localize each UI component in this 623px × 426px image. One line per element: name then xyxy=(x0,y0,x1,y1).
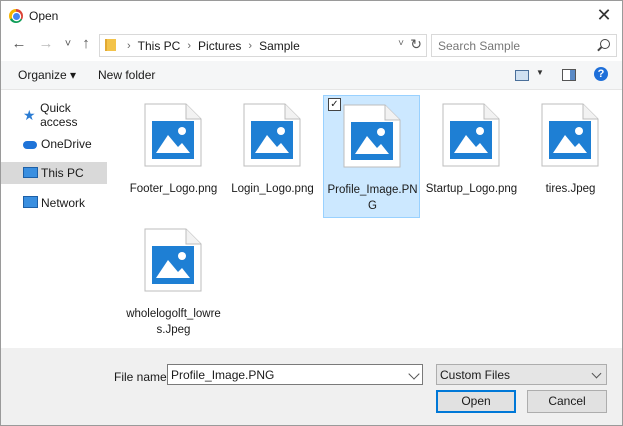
command-bar: Organize ▾ New folder ▼ ? xyxy=(1,61,622,90)
breadcrumb-sample[interactable]: Sample xyxy=(259,39,300,53)
cancel-button[interactable]: Cancel xyxy=(527,390,607,413)
navigation-pane: ★ Quick access OneDrive This PC Network xyxy=(1,90,109,348)
file-item[interactable]: tires.Jpeg xyxy=(522,95,619,218)
breadcrumb-this-pc[interactable]: This PC xyxy=(138,39,181,53)
file-name-value: Profile_Image.PNG xyxy=(171,368,275,382)
star-icon: ★ xyxy=(23,107,36,123)
chevron-down-icon[interactable] xyxy=(408,368,420,380)
file-item[interactable]: Startup_Logo.png xyxy=(423,95,520,218)
breadcrumb-separator: › xyxy=(187,39,192,52)
file-item[interactable]: Footer_Logo.png xyxy=(125,95,222,218)
file-name-label: File name: xyxy=(114,370,171,384)
help-icon[interactable]: ? xyxy=(594,67,608,81)
preview-pane-icon[interactable] xyxy=(562,69,576,81)
close-icon[interactable]: ✕ xyxy=(594,5,614,25)
file-name: Footer_Logo.png xyxy=(129,183,218,195)
image-file-icon xyxy=(243,103,301,167)
new-folder-button[interactable]: New folder xyxy=(98,68,155,82)
sidebar-item-quick-access[interactable]: ★ Quick access xyxy=(1,101,107,129)
search-icon[interactable] xyxy=(600,39,610,49)
title-bar: Open ✕ xyxy=(1,1,622,31)
breadcrumb: › This PC › Pictures › Sample xyxy=(120,35,300,56)
recent-locations-icon[interactable]: ˅ xyxy=(59,35,77,53)
file-name: tires.Jpeg xyxy=(545,183,596,195)
file-item[interactable]: wholelogolft_lowres.Jpeg xyxy=(125,220,222,343)
sidebar-item-label: Quick access xyxy=(40,101,78,129)
breadcrumb-pictures[interactable]: Pictures xyxy=(198,39,241,53)
address-dropdown-icon[interactable]: ˅ xyxy=(398,38,404,49)
up-folder-icon[interactable]: ↑ xyxy=(77,35,95,53)
chrome-icon xyxy=(9,9,23,23)
open-dialog: Open ✕ ← → ˅ ↑ › This PC › Pictures › Sa… xyxy=(0,0,623,426)
file-name: wholelogolft_lowres.Jpeg xyxy=(126,308,221,336)
file-name-field[interactable]: Profile_Image.PNG xyxy=(167,364,423,385)
image-file-icon xyxy=(144,228,202,292)
image-file-icon xyxy=(343,104,401,168)
file-type-select[interactable]: Custom Files xyxy=(436,364,607,385)
image-file-icon xyxy=(442,103,500,167)
file-list: Footer_Logo.png Login_Logo.png ✓ Profile… xyxy=(109,90,622,348)
file-item[interactable]: Login_Logo.png xyxy=(224,95,321,218)
image-file-icon xyxy=(144,103,202,167)
selection-checkbox[interactable]: ✓ xyxy=(328,98,341,111)
navigation-row: ← → ˅ ↑ › This PC › Pictures › Sample ˅ … xyxy=(1,31,622,59)
file-name: Startup_Logo.png xyxy=(425,183,518,195)
cloud-icon xyxy=(23,137,37,151)
sidebar-item-label: This PC xyxy=(41,166,84,180)
chevron-down-icon xyxy=(591,368,602,379)
dialog-title: Open xyxy=(29,9,59,23)
pc-icon xyxy=(23,166,38,180)
forward-icon[interactable]: → xyxy=(37,35,55,53)
file-name: Login_Logo.png xyxy=(231,183,314,195)
breadcrumb-separator: › xyxy=(248,39,253,52)
sidebar-item-label: OneDrive xyxy=(41,137,92,151)
sidebar-item-network[interactable]: Network xyxy=(1,192,107,214)
network-icon xyxy=(23,196,38,210)
address-bar[interactable]: › This PC › Pictures › Sample ˅ ↻ xyxy=(99,34,427,57)
breadcrumb-separator: › xyxy=(127,39,131,52)
refresh-icon[interactable]: ↻ xyxy=(410,36,422,53)
search-placeholder: Search Sample xyxy=(438,39,521,53)
open-button[interactable]: Open xyxy=(436,390,516,413)
image-file-icon xyxy=(541,103,599,167)
sidebar-item-onedrive[interactable]: OneDrive xyxy=(1,133,107,155)
sidebar-item-this-pc[interactable]: This PC xyxy=(1,162,107,184)
organize-button[interactable]: Organize ▾ xyxy=(18,68,76,82)
view-dropdown-icon[interactable]: ▼ xyxy=(536,68,544,77)
file-item-selected[interactable]: ✓ Profile_Image.PNG xyxy=(323,95,420,218)
search-input[interactable]: Search Sample xyxy=(431,34,617,57)
folder-icon xyxy=(105,39,116,51)
back-icon[interactable]: ← xyxy=(10,35,28,53)
file-name: Profile_Image.PNG xyxy=(327,184,418,212)
sidebar-item-label: Network xyxy=(41,196,86,210)
dialog-footer: File name: Profile_Image.PNG Custom File… xyxy=(1,348,622,425)
change-view-icon[interactable] xyxy=(515,70,529,81)
file-type-value: Custom Files xyxy=(440,368,511,382)
